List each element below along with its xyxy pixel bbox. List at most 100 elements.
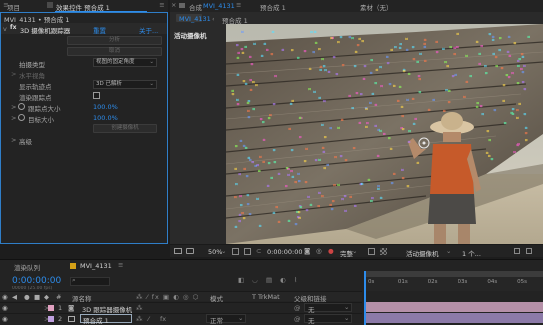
layer-name[interactable]: 预合成 1 bbox=[83, 315, 109, 325]
layer-color-label[interactable] bbox=[48, 316, 54, 322]
layer-track-bar[interactable] bbox=[364, 313, 543, 323]
channel-icon[interactable]: ◎ bbox=[316, 247, 322, 255]
camera-view-select[interactable]: 活动摄像机 bbox=[406, 248, 439, 258]
comp-flowchart-icon[interactable] bbox=[526, 248, 532, 254]
motion-blur-icon[interactable]: ◐ bbox=[280, 276, 286, 284]
layer-row[interactable]: ◉ > 2 预合成 1 ⁂ ⁄ fx 正常 ⌄ @ 无 ⌄ bbox=[0, 313, 362, 325]
collapse-switch[interactable]: ⁄ bbox=[148, 315, 149, 323]
safe-area-icon[interactable] bbox=[232, 248, 239, 255]
chevron-right-icon[interactable]: > bbox=[11, 103, 16, 111]
track-point-size-value[interactable]: 100.0% bbox=[93, 103, 118, 111]
chevron-right-icon[interactable]: > bbox=[11, 114, 16, 122]
column-trkmat[interactable]: T TrkMat bbox=[252, 293, 280, 301]
track-point-marker: ⌗ bbox=[403, 69, 406, 75]
viewer-tab-1[interactable]: MVI_4131 bbox=[179, 15, 211, 23]
parent-pickwhip-icon[interactable]: @ bbox=[294, 315, 301, 323]
create-camera-button[interactable]: 创建摄像机 bbox=[93, 123, 157, 133]
tab-project[interactable]: 项目 bbox=[7, 2, 20, 12]
panel-menu-icon[interactable]: ≡ bbox=[236, 1, 241, 9]
analyze-button[interactable]: 分析 bbox=[67, 35, 162, 45]
layer-color-label[interactable] bbox=[48, 305, 54, 311]
show-track-points-select[interactable]: 3D 已解析 ⌄ bbox=[93, 79, 157, 89]
panel-menu-icon[interactable]: ≡ bbox=[158, 1, 166, 9]
track-point-marker: ⌗ bbox=[318, 47, 321, 53]
composition-frame[interactable]: ⌗ ⌗ ⌗ ⌗ ⌗ ⌗ ⌗ ⌗ ⌗ ⌗ ⌗ ⌗ ⌗ ⌗ ⌗ ⌗ ⌗ ⌗ ⌗ ⌗ ⌗ ⌗ ⌗ ⌗ ⌗ ⌗ ⌗ ⌗ ⌗ ⌗ ⌗ ⌗ ⌗ ⌗ ⌗ ⌗ ⌗ ⌗ ⌗ ⌗… bbox=[226, 24, 543, 244]
track-point-marker: ⌗ bbox=[237, 50, 240, 56]
track-point-marker: ⌗ bbox=[492, 35, 495, 41]
grid-icon[interactable] bbox=[186, 248, 194, 254]
track-point-marker: ⌗ bbox=[237, 73, 240, 79]
track-point-marker: ⌗ bbox=[456, 32, 459, 38]
shy-icon[interactable]: ◡ bbox=[252, 276, 258, 284]
tab-footage[interactable]: 素材（无） bbox=[360, 2, 393, 12]
shot-type-select[interactable]: 视图的固定角度 ⌄ bbox=[93, 57, 157, 67]
tab-composition[interactable]: 合成 bbox=[189, 2, 202, 12]
region-of-interest-icon[interactable] bbox=[368, 248, 375, 255]
fx-switch[interactable]: fx bbox=[160, 315, 166, 323]
track-point-marker: ⌗ bbox=[235, 182, 238, 188]
effect-header-row[interactable]: v fx 3D 摄像机跟踪器 重置 关于... bbox=[1, 23, 167, 35]
chevron-right-icon[interactable]: > bbox=[11, 70, 16, 78]
label-icon[interactable]: ◆ bbox=[44, 293, 49, 301]
work-area-bar[interactable] bbox=[364, 271, 543, 277]
track-point-marker: ⌗ bbox=[508, 75, 511, 81]
stopwatch-icon[interactable] bbox=[18, 114, 25, 121]
layer-row[interactable]: ◉ > 1 ◙ 3D 跟踪器摄像机 ⁂ @ 无 ⌄ bbox=[0, 302, 362, 314]
about-link[interactable]: 关于... bbox=[139, 25, 158, 35]
color-channel-icon[interactable]: ● bbox=[328, 247, 334, 255]
view-layout-select[interactable]: 1 个... bbox=[462, 248, 481, 258]
frame-blend-icon[interactable]: ▤ bbox=[266, 276, 272, 284]
track-point-marker: ⌗ bbox=[356, 91, 359, 97]
fast-preview-icon[interactable] bbox=[514, 248, 520, 254]
grid-icon[interactable] bbox=[244, 248, 251, 255]
track-point-marker: ⌗ bbox=[315, 41, 318, 47]
cancel-button[interactable]: 取消 bbox=[67, 46, 162, 56]
track-point-marker: ⌗ bbox=[478, 51, 481, 57]
reset-link[interactable]: 重置 bbox=[93, 25, 106, 35]
eye-icon[interactable]: ◉ bbox=[2, 315, 8, 323]
lock-icon[interactable]: ■ bbox=[34, 293, 40, 301]
chevron-down-icon[interactable]: v bbox=[3, 25, 7, 33]
track-point-marker: ⌗ bbox=[337, 183, 340, 189]
timecode-display[interactable]: 0:00:00:00 bbox=[267, 248, 303, 256]
track-point-marker: ⌗ bbox=[488, 138, 491, 144]
lock-icon[interactable] bbox=[47, 2, 53, 8]
current-time-display[interactable]: 0:00:00:00 bbox=[12, 276, 61, 286]
track-point-marker: ⌗ bbox=[397, 98, 400, 104]
track-point-marker: ⌗ bbox=[527, 34, 530, 40]
camera-icon[interactable]: ◙ bbox=[304, 247, 310, 255]
horizontal-fov-row: > 水平视角 bbox=[1, 68, 167, 80]
shy-switch[interactable]: ⁂ bbox=[136, 304, 143, 312]
track-point-marker: ⌗ bbox=[269, 113, 272, 119]
lock-icon[interactable] bbox=[179, 3, 185, 8]
stopwatch-icon[interactable] bbox=[18, 103, 25, 110]
tab-composition-name[interactable]: MVI_4131 bbox=[203, 2, 235, 10]
lock-toggle[interactable] bbox=[34, 304, 40, 311]
close-icon[interactable]: × bbox=[171, 1, 176, 9]
chevron-right-icon[interactable]: > bbox=[11, 136, 16, 144]
solo-icon[interactable]: ● bbox=[24, 293, 30, 301]
monitor-icon[interactable] bbox=[174, 248, 182, 254]
shy-switch[interactable]: ⁂ bbox=[136, 315, 143, 323]
fx-icon[interactable]: fx bbox=[10, 24, 16, 31]
transparency-grid-icon[interactable] bbox=[380, 248, 387, 255]
speaker-icon[interactable]: ◀ bbox=[12, 293, 17, 301]
search-input[interactable] bbox=[70, 277, 110, 286]
time-ruler[interactable]: 0s 01s 02s 03s 04s 05s bbox=[364, 271, 543, 291]
layer-track-bar[interactable] bbox=[364, 302, 543, 312]
parent-pickwhip-icon[interactable]: @ bbox=[294, 304, 301, 312]
target-size-value[interactable]: 100.0% bbox=[93, 114, 118, 122]
render-track-points-checkbox[interactable] bbox=[93, 92, 100, 99]
panel-menu-icon[interactable]: ≡ bbox=[118, 261, 123, 269]
eye-icon[interactable]: ◉ bbox=[2, 293, 8, 301]
graph-editor-icon[interactable]: ⌇ bbox=[294, 276, 297, 284]
track-point-marker: ⌗ bbox=[377, 153, 380, 159]
track-point-marker: ⌗ bbox=[273, 160, 276, 166]
track-point-marker: ⌗ bbox=[476, 105, 479, 111]
eye-icon[interactable]: ◉ bbox=[2, 304, 8, 312]
current-time-indicator[interactable] bbox=[364, 271, 366, 325]
tab-timeline-comp[interactable]: MVI_4131 bbox=[80, 262, 112, 270]
mask-icon[interactable]: ⊂ bbox=[256, 247, 261, 255]
tab-precomp[interactable]: 预合成 1 bbox=[260, 2, 286, 12]
draft-3d-icon[interactable]: ◧ bbox=[238, 276, 244, 284]
